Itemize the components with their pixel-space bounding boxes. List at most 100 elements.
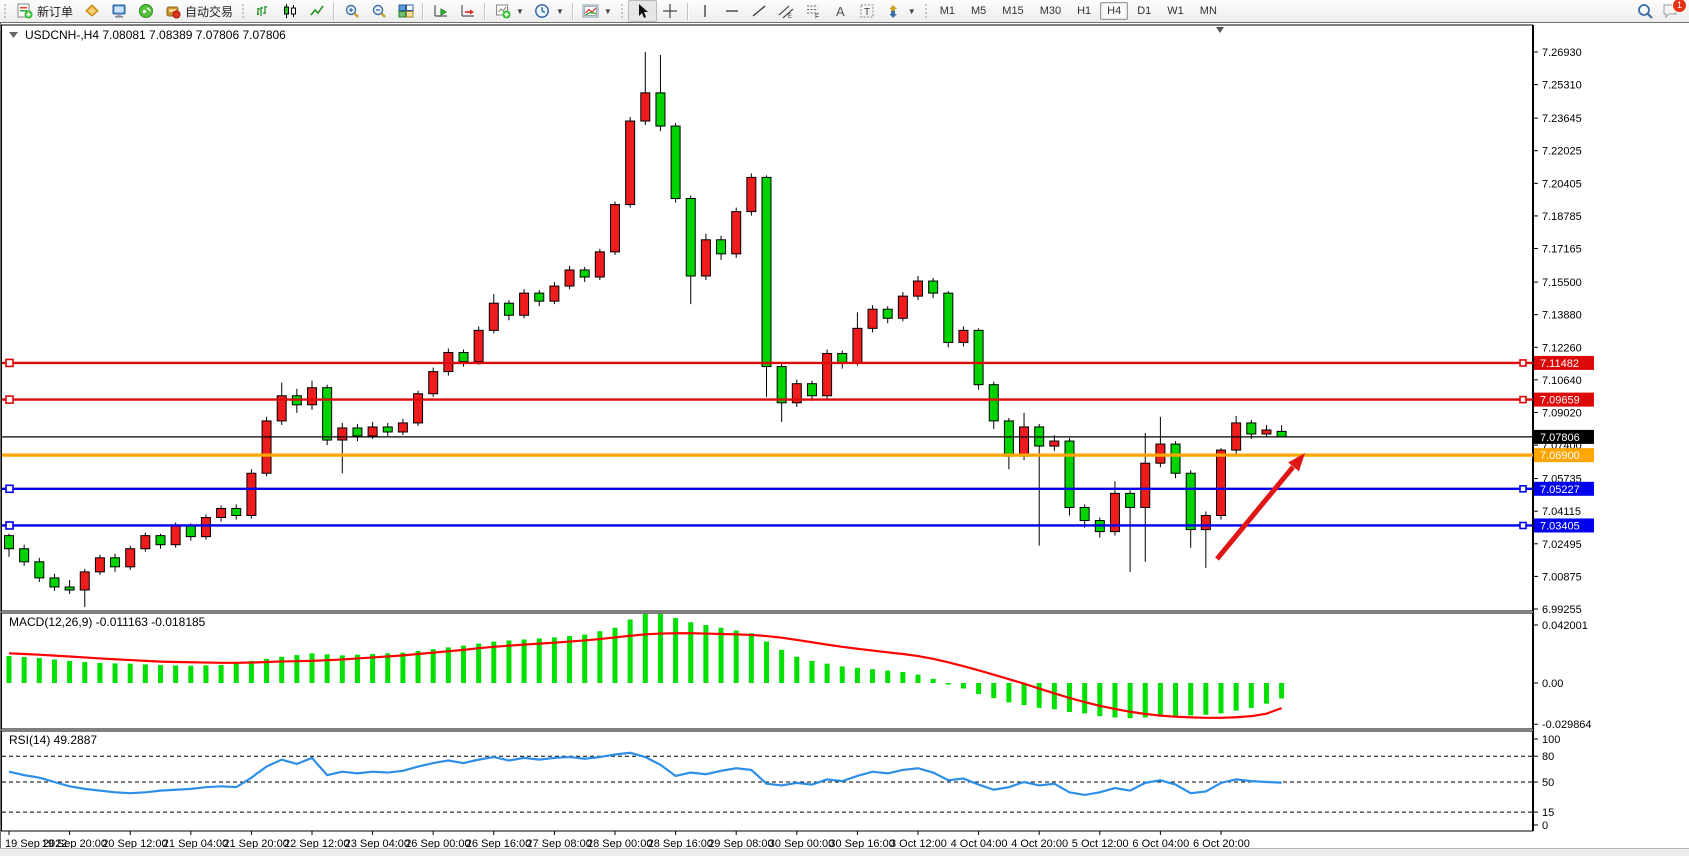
timeframe-button-m1[interactable]: M1 <box>933 2 962 20</box>
toolbar-grip[interactable] <box>924 3 929 19</box>
chat-icon[interactable]: 1 <box>1659 3 1681 20</box>
timeframe-button-h4[interactable]: H4 <box>1100 2 1128 20</box>
time-axis-tick: 28 Sep 00:00 <box>587 838 652 848</box>
price-line-label: 7.11482 <box>1540 358 1579 370</box>
timeframe-button-d1[interactable]: D1 <box>1130 2 1158 20</box>
rsi-axis-tick: 100 <box>1542 734 1560 746</box>
search-icon[interactable] <box>1636 3 1653 20</box>
horizontal-line-tool-button[interactable] <box>719 1 746 21</box>
period-button[interactable]: ▼ <box>529 1 569 21</box>
new-chart-button[interactable]: ▼ <box>489 1 529 21</box>
time-axis-tick: 27 Sep 08:00 <box>526 838 591 848</box>
fibonacci-tool-button[interactable]: F <box>800 1 827 21</box>
price-axis-tick: 7.25310 <box>1542 80 1582 92</box>
time-axis-tick: 4 Oct 04:00 <box>951 838 1008 848</box>
timeframe-button-m30[interactable]: M30 <box>1033 2 1068 20</box>
price-axis-tick: 7.10640 <box>1542 375 1582 387</box>
line-handle[interactable] <box>6 485 13 492</box>
signals-button[interactable] <box>132 1 159 21</box>
crosshair-icon <box>662 3 679 20</box>
price-axis-tick: 7.17165 <box>1542 244 1582 256</box>
rsi-axis-tick: 0 <box>1542 820 1548 832</box>
tile-windows-button[interactable] <box>392 1 419 21</box>
toolbar-grip[interactable] <box>3 3 8 19</box>
indicators-dropdown-arrow[interactable]: ▼ <box>604 7 612 16</box>
candle-chart-mode-button[interactable] <box>276 1 303 21</box>
channel-tool-button[interactable]: E <box>773 1 800 21</box>
time-axis-tick: 28 Sep 16:00 <box>648 838 713 848</box>
rsi-axis-tick: 50 <box>1542 777 1554 789</box>
toolbar-grip[interactable] <box>241 3 246 19</box>
new-order-button[interactable]: 新订单 <box>11 1 78 21</box>
new-chart-dropdown-arrow[interactable]: ▼ <box>516 7 524 16</box>
terminal-button[interactable] <box>105 1 132 21</box>
zoom-in-button[interactable] <box>338 1 365 21</box>
trendline-icon <box>751 3 768 20</box>
timeframe-button-m5[interactable]: M5 <box>964 2 993 20</box>
period-dropdown-arrow[interactable]: ▼ <box>556 7 564 16</box>
text-label-tool-button[interactable]: T <box>854 1 881 21</box>
time-axis-tick: 20 Sep 12:00 <box>102 838 167 848</box>
macd-axis-tick: -0.029864 <box>1542 719 1592 731</box>
auto-trading-button[interactable]: 自动交易 <box>159 1 238 21</box>
price-axis-tick: 7.22025 <box>1542 146 1582 158</box>
arrows-tool-button[interactable]: ▼ <box>881 1 921 21</box>
bar-chart-mode-button[interactable] <box>249 1 276 21</box>
macd-axis-tick: 0.042001 <box>1542 620 1588 632</box>
main-toolbar: 新订单 自动交易 <box>0 0 1689 23</box>
price-axis-tick: 7.09020 <box>1542 407 1582 419</box>
price-axis-tick: 7.02495 <box>1542 539 1582 551</box>
timeframe-button-w1[interactable]: W1 <box>1160 2 1191 20</box>
line-chart-mode-button[interactable] <box>303 1 330 21</box>
text-label-icon: T <box>859 3 876 20</box>
price-chart[interactable]: 7.269307.253107.236457.220257.204057.187… <box>1 23 1689 848</box>
macd-label: MACD(12,26,9) -0.011163 -0.018185 <box>9 615 206 629</box>
candlestick-chart-icon <box>281 3 298 20</box>
cursor-tool-button[interactable] <box>628 0 657 22</box>
price-line-label: 7.07806 <box>1540 432 1580 444</box>
line-handle[interactable] <box>6 396 13 403</box>
time-axis-tick: 22 Sep 12:00 <box>284 838 349 848</box>
price-axis-tick: 7.18785 <box>1542 211 1582 223</box>
time-axis-tick: 26 Sep 00:00 <box>405 838 470 848</box>
chart-shift-icon <box>459 3 476 20</box>
time-axis-tick: 6 Oct 20:00 <box>1193 838 1250 848</box>
timeframe-button-mn[interactable]: MN <box>1193 2 1224 20</box>
arrows-dropdown-arrow[interactable]: ▼ <box>908 7 916 16</box>
text-icon: A <box>832 3 849 20</box>
time-axis-tick: 26 Sep 16:00 <box>466 838 531 848</box>
price-axis-tick: 7.12260 <box>1542 342 1582 354</box>
rsi-label: RSI(14) 49.2887 <box>9 733 97 747</box>
time-axis-tick: 19 Sep 20:00 <box>42 838 107 848</box>
price-axis-tick: 7.23645 <box>1542 113 1582 125</box>
rsi-axis-tick: 80 <box>1542 751 1554 763</box>
horizontal-line-icon <box>724 3 741 20</box>
zoom-in-icon <box>343 3 360 20</box>
price-line-label: 7.03405 <box>1540 520 1580 532</box>
toolbar-grip[interactable] <box>620 3 625 19</box>
trendline-tool-button[interactable] <box>746 1 773 21</box>
gold-button[interactable] <box>78 1 105 21</box>
auto-scroll-icon <box>432 3 449 20</box>
gold-nugget-icon <box>83 3 100 20</box>
time-axis-tick: 21 Sep 04:00 <box>163 838 228 848</box>
price-line-label: 7.05227 <box>1540 484 1580 496</box>
vertical-line-tool-button[interactable] <box>692 1 719 21</box>
crosshair-tool-button[interactable] <box>657 1 684 21</box>
auto-scroll-button[interactable] <box>427 1 454 21</box>
clock-icon <box>534 3 551 20</box>
line-handle[interactable] <box>6 522 13 529</box>
line-handle[interactable] <box>6 359 13 366</box>
svg-text:E: E <box>788 14 792 19</box>
new-order-label: 新订单 <box>37 3 73 20</box>
text-tool-button[interactable]: A <box>827 1 854 21</box>
timeframe-button-m15[interactable]: M15 <box>995 2 1030 20</box>
price-axis-tick: 6.99255 <box>1542 604 1582 616</box>
price-axis-tick: 7.04115 <box>1542 506 1581 518</box>
indicators-icon <box>582 3 599 20</box>
indicators-button[interactable]: ▼ <box>577 1 617 21</box>
timeframe-button-h1[interactable]: H1 <box>1070 2 1098 20</box>
price-axis-tick: 7.15500 <box>1542 277 1582 289</box>
chart-shift-button[interactable] <box>454 1 481 21</box>
zoom-out-button[interactable] <box>365 1 392 21</box>
